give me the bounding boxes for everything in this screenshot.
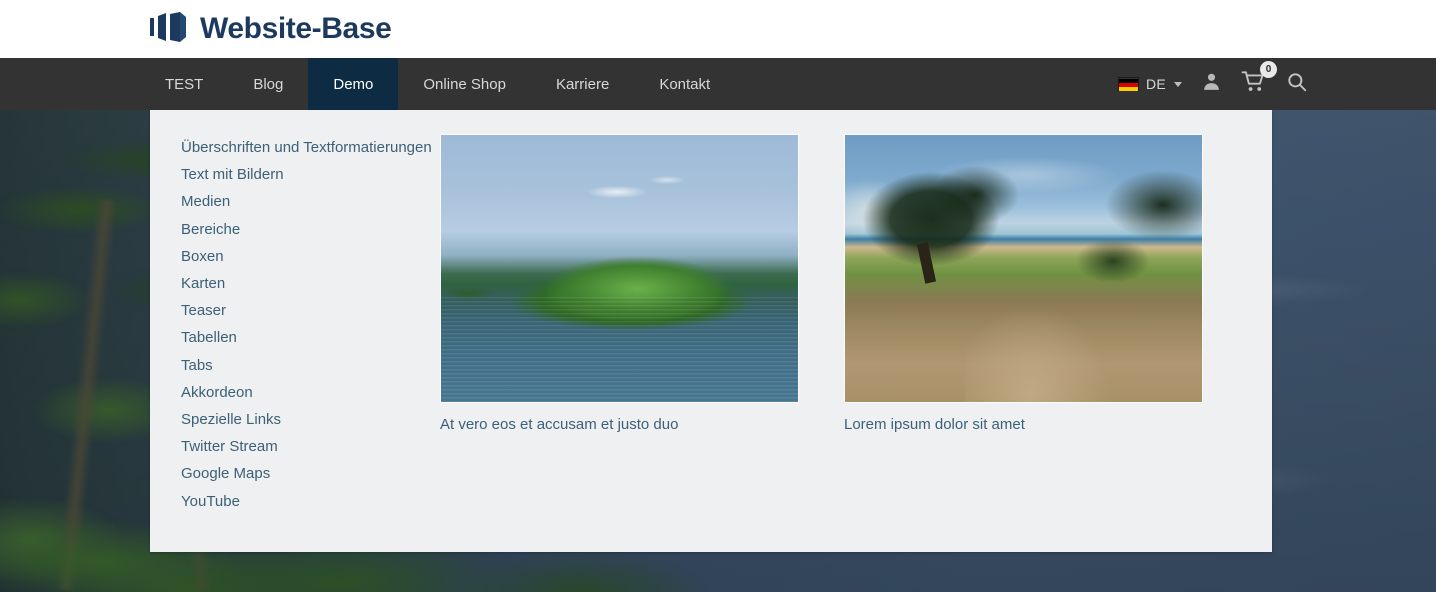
mega-menu-links: Überschriften und Textformatierungen Tex…: [150, 134, 440, 552]
nav-utilities: DE 0: [1118, 58, 1308, 110]
language-label: DE: [1146, 76, 1166, 92]
mega-link-twitter-stream[interactable]: Twitter Stream: [181, 433, 440, 460]
promo-card[interactable]: Lorem ipsum dolor sit amet: [844, 134, 1203, 552]
language-selector[interactable]: DE: [1118, 76, 1182, 92]
nav-item-label: Kontakt: [659, 76, 710, 93]
promo-card-caption[interactable]: Lorem ipsum dolor sit amet: [844, 416, 1203, 433]
nav-item-label: TEST: [165, 76, 203, 93]
nav-item-label: Online Shop: [423, 76, 506, 93]
chevron-down-icon: [1174, 82, 1182, 87]
main-navigation: TEST Blog Demo Online Shop Karriere Kont…: [0, 58, 1436, 110]
promo-card[interactable]: At vero eos et accusam et justo duo: [440, 134, 799, 552]
mega-link-youtube[interactable]: YouTube: [181, 488, 440, 515]
user-icon: [1201, 71, 1222, 97]
cart-count-badge: 0: [1260, 61, 1277, 78]
mega-link-karten[interactable]: Karten: [181, 270, 440, 297]
nav-item-online-shop[interactable]: Online Shop: [398, 58, 531, 110]
top-bar: Website-Base: [0, 0, 1436, 58]
site-logo[interactable]: Website-Base: [150, 6, 391, 52]
mega-menu-cards: At vero eos et accusam et justo duo Lore…: [440, 134, 1272, 552]
nav-item-blog[interactable]: Blog: [228, 58, 308, 110]
mega-dropdown-content: Überschriften und Textformatierungen Tex…: [150, 110, 1272, 552]
mega-link-tabs[interactable]: Tabs: [181, 352, 440, 379]
mega-link-google-maps[interactable]: Google Maps: [181, 460, 440, 487]
mega-link-tabellen[interactable]: Tabellen: [181, 324, 440, 351]
nav-item-label: Demo: [333, 76, 373, 93]
promo-card-caption[interactable]: At vero eos et accusam et justo duo: [440, 416, 799, 433]
cart-button[interactable]: 0: [1241, 70, 1267, 98]
mega-link-medien[interactable]: Medien: [181, 188, 440, 215]
promo-card-image[interactable]: [844, 134, 1203, 403]
mega-dropdown-panel: Überschriften und Textformatierungen Tex…: [150, 110, 1272, 552]
page-root: Website-Base TEST Blog Demo Online Shop …: [0, 0, 1436, 592]
bars-logo-icon: [150, 12, 188, 47]
tree-trunk: [917, 242, 936, 283]
mega-link-bereiche[interactable]: Bereiche: [181, 216, 440, 243]
search-icon: [1286, 71, 1308, 98]
account-button[interactable]: [1201, 71, 1222, 97]
dirt-path: [965, 273, 1115, 403]
mega-link-teaser[interactable]: Teaser: [181, 297, 440, 324]
nav-items: TEST Blog Demo Online Shop Karriere Kont…: [140, 58, 735, 110]
mega-link-ueberschriften[interactable]: Überschriften und Textformatierungen: [181, 134, 440, 161]
coast-photo: [845, 135, 1202, 402]
water-ripples: [441, 297, 798, 402]
mega-link-spezielle-links[interactable]: Spezielle Links: [181, 406, 440, 433]
site-logo-text: Website-Base: [200, 12, 391, 46]
island-photo: [441, 135, 798, 402]
search-button[interactable]: [1286, 71, 1308, 98]
mega-link-boxen[interactable]: Boxen: [181, 243, 440, 270]
nav-item-label: Blog: [253, 76, 283, 93]
mega-link-akkordeon[interactable]: Akkordeon: [181, 379, 440, 406]
promo-card-image[interactable]: [440, 134, 799, 403]
nav-item-test[interactable]: TEST: [140, 58, 228, 110]
nav-item-demo[interactable]: Demo: [308, 58, 398, 110]
german-flag-icon: [1118, 77, 1139, 91]
nav-item-karriere[interactable]: Karriere: [531, 58, 634, 110]
mega-link-text-mit-bildern[interactable]: Text mit Bildern: [181, 161, 440, 188]
nav-item-label: Karriere: [556, 76, 609, 93]
nav-item-kontakt[interactable]: Kontakt: [634, 58, 735, 110]
